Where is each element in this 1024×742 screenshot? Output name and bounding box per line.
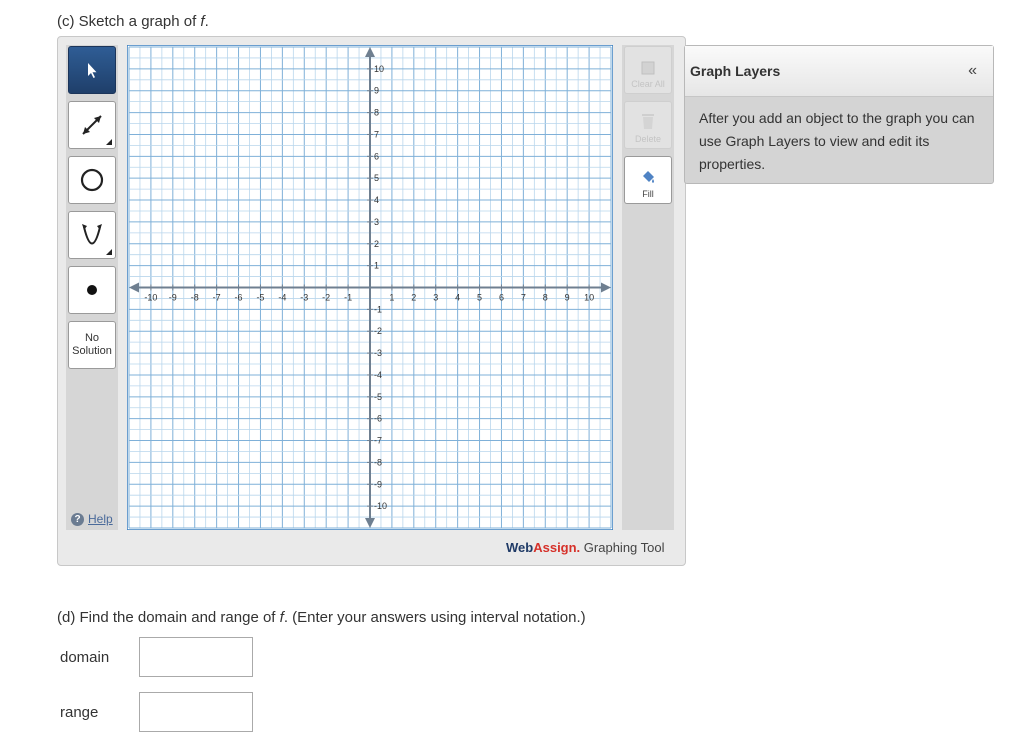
fill-button[interactable]: Fill xyxy=(624,156,672,204)
parabola-icon xyxy=(82,224,102,245)
range-input[interactable] xyxy=(139,692,253,732)
line-tool-button[interactable] xyxy=(68,101,116,149)
graph-layers-title: Graph Layers xyxy=(690,63,781,79)
clear-grid-icon xyxy=(641,61,655,75)
domain-input[interactable] xyxy=(139,637,253,677)
x-tick-label: 6 xyxy=(499,293,504,303)
y-tick-label: -2 xyxy=(374,326,382,336)
clear-all-label: Clear All xyxy=(631,79,665,89)
graph-canvas[interactable]: -10 -9 -8 -7 -6 -5 -4 -3 -2 -1 1 2 3 4 5 6 7 8 9 10 10 9 8 7 6 5 4… xyxy=(127,45,613,530)
parabola-tool-button[interactable] xyxy=(68,211,116,259)
graph-layers-panel: Graph Layers « After you add an object t… xyxy=(684,45,994,184)
y-tick-label: -7 xyxy=(374,436,382,446)
webassign-branding: WebAssign. Graphing Tool xyxy=(506,540,665,555)
y-tick-label: 10 xyxy=(374,64,384,74)
select-tool-button[interactable] xyxy=(68,46,116,94)
y-tick-label: -1 xyxy=(374,304,382,314)
submenu-triangle-icon xyxy=(106,249,112,255)
y-tick-label: -5 xyxy=(374,392,382,402)
no-solution-label-line2: Solution xyxy=(72,345,112,357)
trash-icon xyxy=(642,114,654,129)
delete-button[interactable]: Delete xyxy=(624,101,672,149)
x-tick-label: 5 xyxy=(477,293,482,303)
y-tick-label: -6 xyxy=(374,414,382,424)
graph-layers-description: After you add an object to the graph you… xyxy=(699,110,975,172)
x-tick-label: -1 xyxy=(344,293,352,303)
x-tick-label: -8 xyxy=(191,293,199,303)
y-tick-label: -10 xyxy=(374,501,387,511)
point-tool-button[interactable] xyxy=(68,266,116,314)
x-tick-label: 8 xyxy=(543,293,548,303)
x-tick-label: -2 xyxy=(322,293,330,303)
question-c-text: (c) Sketch a graph of f. xyxy=(57,13,209,30)
x-tick-label: 2 xyxy=(411,293,416,303)
graph-layers-header: Graph Layers « xyxy=(685,46,993,97)
y-tick-label: -3 xyxy=(374,348,382,358)
help-icon: ? xyxy=(71,512,84,526)
y-tick-label: -8 xyxy=(374,457,382,467)
clear-all-button[interactable]: Clear All xyxy=(624,46,672,94)
y-tick-label: 2 xyxy=(374,239,379,249)
x-tick-label: -4 xyxy=(278,293,286,303)
no-solution-button[interactable]: No Solution xyxy=(68,321,116,369)
collapse-icon[interactable]: « xyxy=(968,62,977,80)
x-tick-label: 9 xyxy=(565,293,570,303)
line-segment-icon xyxy=(82,115,102,135)
y-tick-label: 7 xyxy=(374,129,379,139)
x-tick-label: -3 xyxy=(300,293,308,303)
y-tick-label: 5 xyxy=(374,173,379,183)
x-tick-label: 10 xyxy=(584,293,594,303)
no-solution-label-line1: No xyxy=(84,332,100,344)
y-tick-label: 6 xyxy=(374,151,379,161)
y-tick-label: 8 xyxy=(374,108,379,118)
x-tick-label: 3 xyxy=(433,293,438,303)
x-tick-label: -7 xyxy=(213,293,221,303)
x-tick-label: 1 xyxy=(389,293,394,303)
fill-label: Fill xyxy=(642,189,654,199)
paint-bucket-icon xyxy=(643,171,654,183)
arrow-cursor-icon xyxy=(88,63,97,78)
range-label: range xyxy=(60,704,99,721)
question-d-text: (d) Find the domain and range of f. (Ent… xyxy=(57,609,586,626)
domain-label: domain xyxy=(60,649,110,666)
submenu-triangle-icon xyxy=(106,139,112,145)
circle-icon xyxy=(80,168,104,192)
point-icon xyxy=(87,285,97,295)
x-tick-label: -5 xyxy=(256,293,264,303)
y-tick-label: 3 xyxy=(374,217,379,227)
x-tick-label: -10 xyxy=(144,293,157,303)
y-tick-label: -4 xyxy=(374,370,382,380)
delete-label: Delete xyxy=(634,134,661,144)
y-tick-label: 4 xyxy=(374,195,379,205)
x-tick-label: 4 xyxy=(455,293,460,303)
circle-tool-button[interactable] xyxy=(68,156,116,204)
x-tick-label: 7 xyxy=(521,293,526,303)
y-tick-label: 9 xyxy=(374,86,379,96)
y-tick-label: -9 xyxy=(374,479,382,489)
y-tick-label: 1 xyxy=(374,261,379,271)
help-label: Help xyxy=(88,512,113,526)
x-tick-label: -6 xyxy=(235,293,243,303)
help-link[interactable]: ? Help xyxy=(71,512,113,526)
x-tick-label: -9 xyxy=(169,293,177,303)
